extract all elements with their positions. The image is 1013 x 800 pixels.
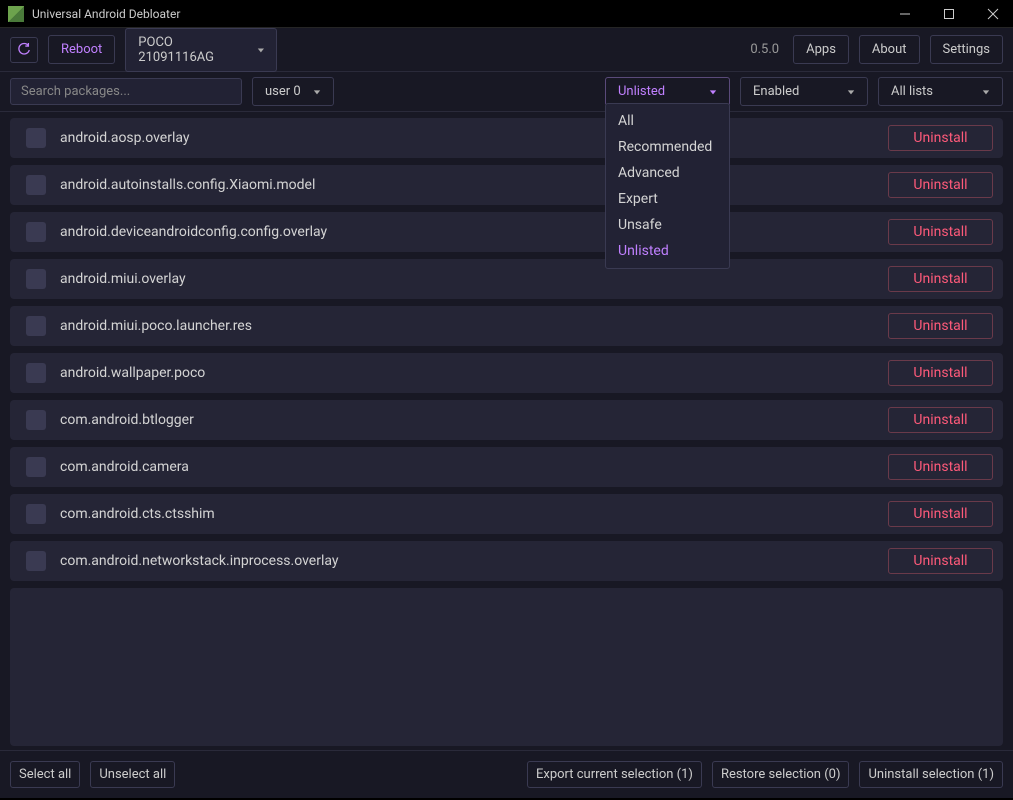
uninstall-selection-button[interactable]: Uninstall selection (1) — [859, 761, 1003, 788]
package-name: android.autoinstalls.config.Xiaomi.model — [60, 177, 874, 193]
package-row[interactable]: com.android.btlogger Uninstall — [10, 400, 1003, 440]
package-row[interactable]: android.aosp.overlay Uninstall — [10, 118, 1003, 158]
footer: Select all Unselect all Export current s… — [0, 750, 1013, 798]
package-name: android.aosp.overlay — [60, 130, 874, 146]
apps-button[interactable]: Apps — [793, 35, 849, 64]
package-checkbox[interactable] — [26, 551, 46, 571]
uninstall-button[interactable]: Uninstall — [888, 548, 993, 574]
package-checkbox[interactable] — [26, 363, 46, 383]
package-checkbox[interactable] — [26, 410, 46, 430]
chevron-down-icon — [847, 88, 855, 96]
uninstall-button[interactable]: Uninstall — [888, 501, 993, 527]
removal-list-option[interactable]: Advanced — [606, 160, 729, 186]
uninstall-button[interactable]: Uninstall — [888, 454, 993, 480]
removal-list-menu: AllRecommendedAdvancedExpertUnsafeUnlist… — [605, 103, 730, 269]
package-checkbox[interactable] — [26, 269, 46, 289]
close-button[interactable] — [981, 2, 1005, 26]
chevron-down-icon — [257, 46, 265, 54]
package-name: com.android.cts.ctsshim — [60, 506, 874, 522]
package-row[interactable]: android.autoinstalls.config.Xiaomi.model… — [10, 165, 1003, 205]
removal-list-dropdown[interactable]: Unlisted — [605, 77, 730, 106]
select-all-button[interactable]: Select all — [10, 761, 80, 788]
chevron-down-icon — [709, 88, 717, 96]
package-row[interactable]: android.miui.overlay Uninstall — [10, 259, 1003, 299]
package-name: com.android.camera — [60, 459, 874, 475]
list-selection-dropdown[interactable]: All lists — [878, 77, 1003, 106]
package-checkbox[interactable] — [26, 316, 46, 336]
state-dropdown-label: Enabled — [753, 84, 799, 99]
window-title: Universal Android Debloater — [32, 7, 893, 21]
uninstall-button[interactable]: Uninstall — [888, 219, 993, 245]
user-dropdown[interactable]: user 0 — [252, 77, 334, 106]
uninstall-button[interactable]: Uninstall — [888, 313, 993, 339]
package-name: android.miui.overlay — [60, 271, 874, 287]
device-dropdown-label: POCO 21091116AG — [138, 35, 248, 65]
package-name: com.android.networkstack.inprocess.overl… — [60, 553, 874, 569]
state-dropdown[interactable]: Enabled — [740, 77, 868, 106]
package-checkbox[interactable] — [26, 222, 46, 242]
about-button[interactable]: About — [859, 35, 920, 64]
uninstall-button[interactable]: Uninstall — [888, 266, 993, 292]
package-row[interactable]: android.wallpaper.poco Uninstall — [10, 353, 1003, 393]
export-selection-button[interactable]: Export current selection (1) — [527, 761, 702, 788]
maximize-button[interactable] — [937, 2, 961, 26]
package-row[interactable]: com.android.camera Uninstall — [10, 447, 1003, 487]
search-input[interactable] — [10, 78, 242, 105]
package-checkbox[interactable] — [26, 128, 46, 148]
package-row[interactable]: android.miui.poco.launcher.res Uninstall — [10, 306, 1003, 346]
package-name: com.android.btlogger — [60, 412, 874, 428]
package-row[interactable]: com.android.networkstack.inprocess.overl… — [10, 541, 1003, 581]
info-panel — [10, 588, 1003, 746]
unselect-all-button[interactable]: Unselect all — [90, 761, 175, 788]
package-name: android.wallpaper.poco — [60, 365, 874, 381]
package-name: android.miui.poco.launcher.res — [60, 318, 874, 334]
package-list[interactable]: android.aosp.overlayUninstallandroid.aut… — [0, 112, 1013, 750]
removal-list-option[interactable]: Unlisted — [606, 238, 729, 264]
settings-button[interactable]: Settings — [930, 35, 1003, 64]
filterbar: user 0 Unlisted AllRecommendedAdvancedEx… — [0, 72, 1013, 112]
minimize-button[interactable] — [893, 2, 917, 26]
refresh-button[interactable] — [10, 37, 38, 63]
app-icon — [8, 6, 24, 22]
removal-list-option[interactable]: All — [606, 108, 729, 134]
titlebar: Universal Android Debloater — [0, 0, 1013, 28]
toolbar: Reboot POCO 21091116AG 0.5.0 Apps About … — [0, 28, 1013, 72]
package-row[interactable]: com.android.cts.ctsshim Uninstall — [10, 494, 1003, 534]
window-controls — [893, 2, 1005, 26]
removal-list-option[interactable]: Unsafe — [606, 212, 729, 238]
reboot-button[interactable]: Reboot — [48, 35, 115, 64]
filter-right-group: Unlisted AllRecommendedAdvancedExpertUns… — [605, 77, 1003, 106]
removal-list-label: Unlisted — [618, 84, 665, 99]
removal-list-option[interactable]: Expert — [606, 186, 729, 212]
list-selection-label: All lists — [891, 84, 933, 99]
user-dropdown-label: user 0 — [265, 84, 301, 99]
package-row[interactable]: android.deviceandroidconfig.config.overl… — [10, 212, 1003, 252]
package-name: android.deviceandroidconfig.config.overl… — [60, 224, 874, 240]
version-label: 0.5.0 — [750, 42, 779, 57]
chevron-down-icon — [313, 88, 321, 96]
uninstall-button[interactable]: Uninstall — [888, 172, 993, 198]
package-checkbox[interactable] — [26, 457, 46, 477]
chevron-down-icon — [982, 88, 990, 96]
uninstall-button[interactable]: Uninstall — [888, 360, 993, 386]
removal-list-option[interactable]: Recommended — [606, 134, 729, 160]
uninstall-button[interactable]: Uninstall — [888, 407, 993, 433]
package-checkbox[interactable] — [26, 504, 46, 524]
uninstall-button[interactable]: Uninstall — [888, 125, 993, 151]
restore-selection-button[interactable]: Restore selection (0) — [712, 761, 850, 788]
package-checkbox[interactable] — [26, 175, 46, 195]
device-dropdown[interactable]: POCO 21091116AG — [125, 28, 277, 72]
